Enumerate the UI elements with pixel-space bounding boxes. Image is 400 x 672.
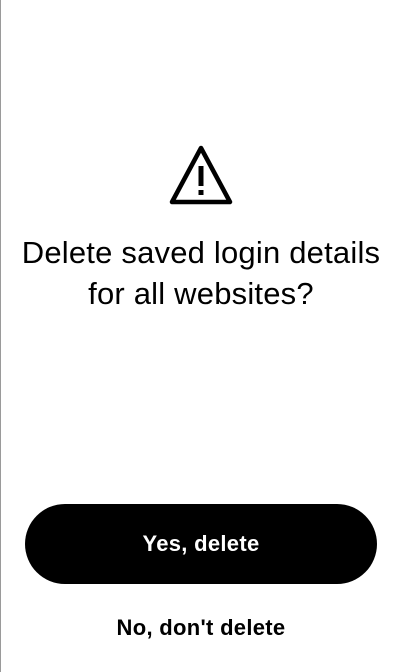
dialog-title: Delete saved login details for all websi… bbox=[21, 235, 381, 311]
cancel-delete-button[interactable]: No, don't delete bbox=[25, 608, 377, 648]
warning-icon bbox=[169, 145, 233, 205]
confirm-delete-button[interactable]: Yes, delete bbox=[25, 504, 377, 584]
delete-logins-dialog: Delete saved login details for all websi… bbox=[0, 0, 400, 672]
